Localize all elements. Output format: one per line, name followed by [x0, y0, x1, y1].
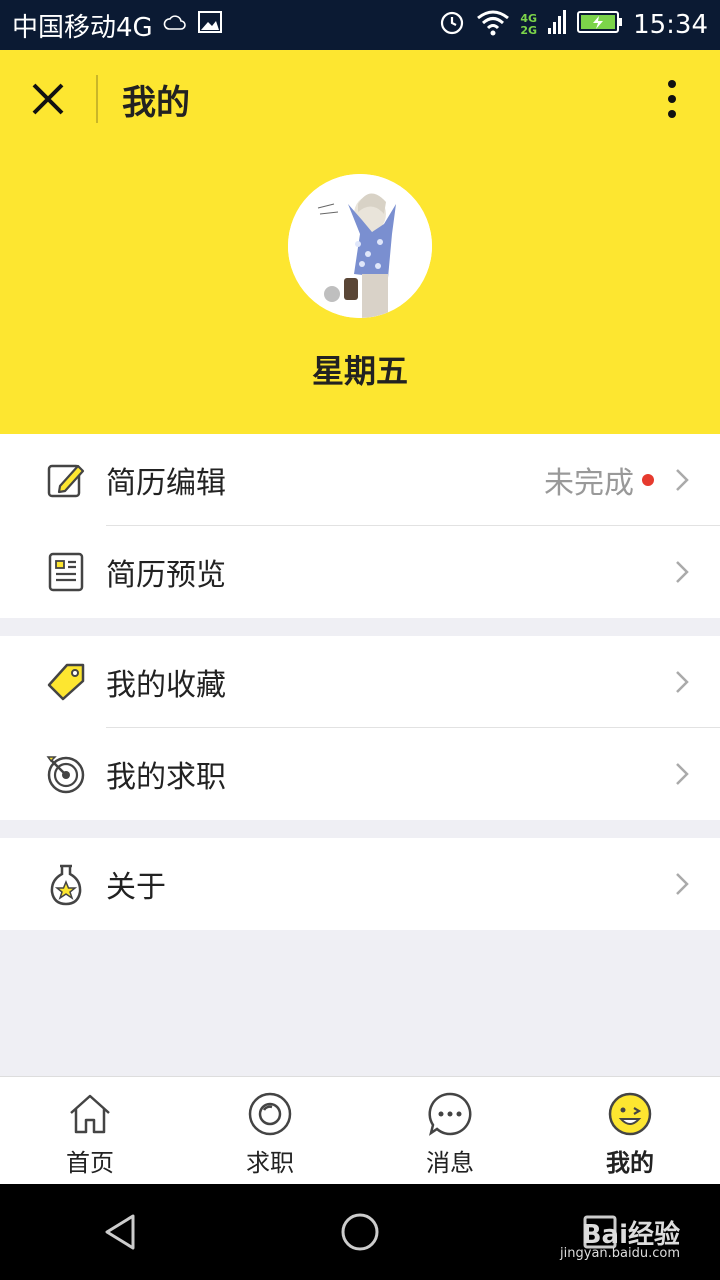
- alarm-icon: [438, 8, 466, 43]
- menu-label-resume-edit: 简历编辑: [106, 466, 226, 501]
- avatar-illustration: [288, 174, 432, 318]
- menu-group-about: 关于: [0, 838, 720, 930]
- tab-label-mine: 我的: [606, 1149, 654, 1177]
- chevron-right-icon: [662, 636, 702, 728]
- more-button[interactable]: [624, 50, 720, 148]
- page-title: 我的: [122, 82, 190, 123]
- username: 星期五: [311, 352, 408, 390]
- net-2g-label: 2G: [520, 24, 538, 37]
- network-badge: 4G 2G: [520, 13, 537, 37]
- target-icon: [248, 1092, 292, 1136]
- incomplete-dot: [642, 474, 654, 486]
- chevron-right-icon: [662, 838, 702, 930]
- target-icon: [42, 750, 90, 798]
- tag-icon: [42, 658, 90, 706]
- clock: 15:34: [633, 10, 708, 40]
- tab-home[interactable]: 首页: [0, 1077, 180, 1184]
- back-button[interactable]: [85, 1197, 155, 1267]
- tab-label-jobs: 求职: [246, 1149, 294, 1177]
- watermark-url: jingyan.baidu.com: [560, 1246, 680, 1261]
- close-button[interactable]: [0, 50, 96, 148]
- bottom-tab-bar: 首页 求职 消息 我的: [0, 1076, 720, 1184]
- edit-icon: [42, 456, 90, 504]
- more-vertical-icon: [668, 80, 676, 118]
- weather-icon: [163, 10, 187, 40]
- smiley-icon: [608, 1092, 652, 1136]
- close-icon: [32, 83, 64, 115]
- menu-label-about: 关于: [106, 870, 166, 905]
- tab-messages[interactable]: 消息: [360, 1077, 540, 1184]
- home-button[interactable]: [325, 1197, 395, 1267]
- menu-label-favorites: 我的收藏: [106, 668, 226, 703]
- menu-item-resume-edit[interactable]: 简历编辑 未完成: [0, 434, 720, 526]
- tab-jobs[interactable]: 求职: [180, 1077, 360, 1184]
- chevron-right-icon: [662, 434, 702, 526]
- menu-item-favorites[interactable]: 我的收藏: [0, 636, 720, 728]
- tab-label-home: 首页: [66, 1149, 114, 1177]
- carrier-label: 中国移动4G: [12, 12, 153, 43]
- resume-status-text: 未完成: [544, 466, 634, 501]
- back-triangle-icon: [105, 1214, 135, 1250]
- chevron-right-icon: [662, 728, 702, 820]
- chevron-right-icon: [662, 526, 702, 618]
- tab-mine[interactable]: 我的: [540, 1077, 720, 1184]
- menu-item-applications[interactable]: 我的求职: [0, 728, 720, 820]
- menu-item-resume-preview[interactable]: 简历预览: [0, 526, 720, 618]
- message-icon: [428, 1092, 472, 1136]
- home-circle-icon: [341, 1213, 379, 1251]
- battery-icon: [577, 10, 623, 41]
- image-icon: [197, 10, 223, 41]
- avatar[interactable]: [288, 174, 432, 318]
- status-bar: 中国移动4G 4G 2G 15:34: [0, 0, 720, 50]
- menu-label-resume-preview: 简历预览: [106, 558, 226, 593]
- menu-label-applications: 我的求职: [106, 760, 226, 795]
- wifi-icon: [476, 8, 510, 43]
- profile-header: 我的 星期五: [0, 50, 720, 434]
- tab-label-messages: 消息: [426, 1149, 474, 1177]
- menu-group-personal: 我的收藏 我的求职: [0, 636, 720, 820]
- home-icon: [70, 1094, 110, 1134]
- bottle-star-icon: [42, 860, 90, 908]
- menu-item-about[interactable]: 关于: [0, 838, 720, 930]
- nav-divider: [96, 75, 98, 123]
- document-icon: [42, 548, 90, 596]
- menu-group-resume: 简历编辑 未完成 简历预览: [0, 434, 720, 618]
- nav-bar: 我的: [0, 50, 720, 148]
- signal-icon: [547, 8, 567, 43]
